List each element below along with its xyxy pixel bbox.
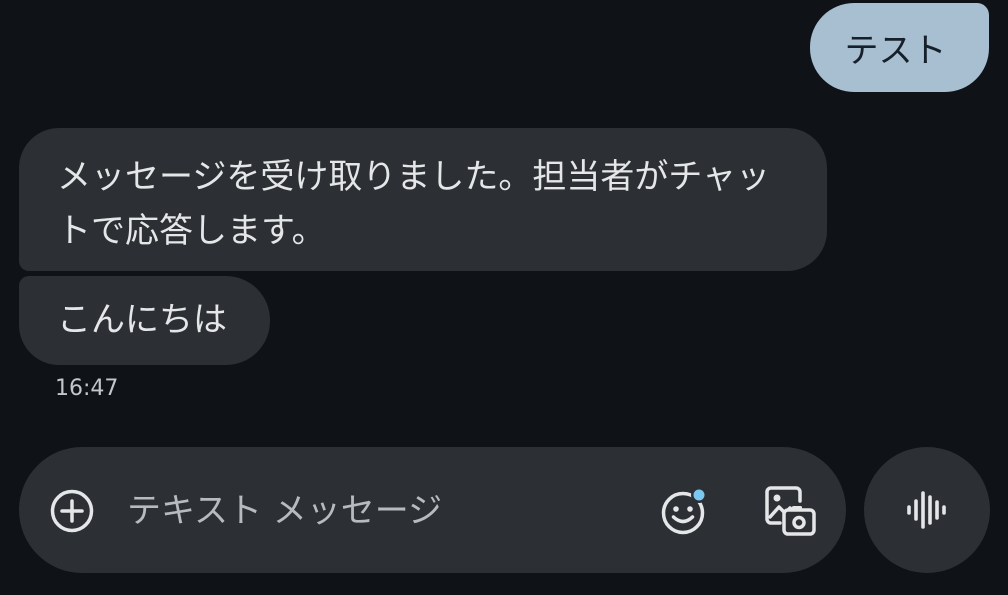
message-text: メッセージを受け取りました。担当者がチャットで応答します。: [57, 157, 770, 251]
message-text: テスト: [844, 31, 947, 71]
received-message-bubble[interactable]: こんにちは: [19, 276, 270, 365]
emoji-icon: [661, 487, 707, 535]
emoji-button[interactable]: [659, 485, 711, 537]
gallery-icon: [765, 486, 816, 536]
voice-message-button[interactable]: [864, 447, 990, 573]
message-input[interactable]: [127, 485, 637, 537]
sent-message-bubble[interactable]: テスト: [810, 3, 989, 92]
message-composer: [19, 447, 846, 573]
add-circle-icon: [50, 489, 94, 533]
chat-screen: テスト メッセージを受け取りました。担当者がチャットで応答します。 こんにちは …: [0, 0, 1008, 595]
received-message-bubble[interactable]: メッセージを受け取りました。担当者がチャットで応答します。: [19, 128, 827, 271]
message-text: こんにちは: [57, 300, 227, 340]
message-timestamp: 16:47: [55, 376, 119, 401]
add-attachment-button[interactable]: [49, 488, 95, 534]
voice-waveform-icon: [907, 491, 946, 529]
gallery-button[interactable]: [762, 483, 818, 539]
